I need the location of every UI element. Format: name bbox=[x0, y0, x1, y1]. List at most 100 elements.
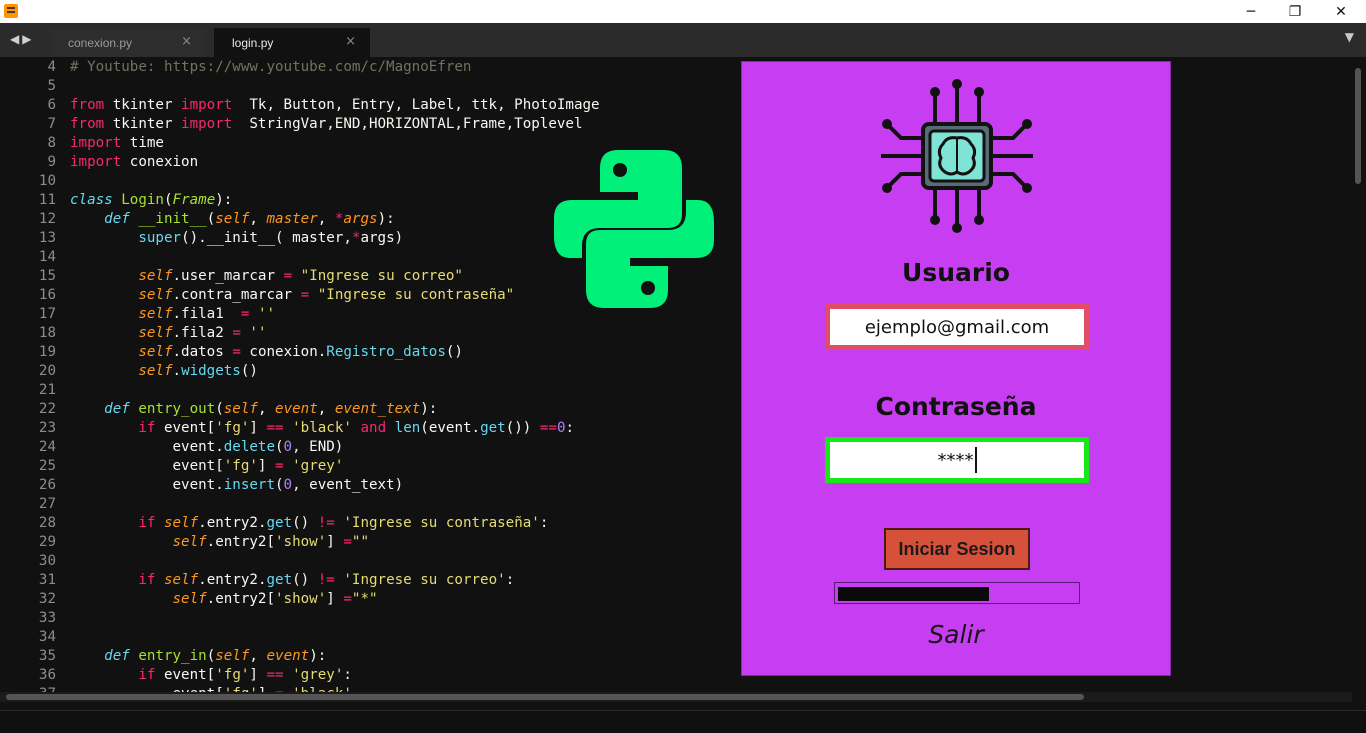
code-token: 0 bbox=[283, 477, 293, 493]
code-line: event['fg'] = 'grey' bbox=[70, 457, 770, 476]
code-token: 'Ingrese su correo' bbox=[343, 572, 506, 588]
line-number: 30 bbox=[38, 553, 56, 569]
code-token: ( bbox=[215, 401, 224, 417]
code-token: .entry2. bbox=[198, 572, 267, 588]
tab-nav-arrows-icon[interactable]: ◀▶ bbox=[10, 32, 34, 46]
code-token: import bbox=[181, 97, 233, 113]
window-title-bar: ─ ❐ ✕ bbox=[0, 0, 1366, 23]
code-token: , END) bbox=[292, 439, 344, 455]
code-token: StringVar,END,HORIZONTAL,Frame,Toplevel bbox=[232, 116, 583, 132]
code-token: Login bbox=[121, 192, 164, 208]
code-token: .entry2[ bbox=[206, 534, 276, 550]
code-token: # Youtube: https://www.youtube.com/c/Mag… bbox=[70, 59, 472, 75]
code-line: def entry_out(self, event, event_text): bbox=[70, 400, 770, 419]
code-token: .fila2 bbox=[172, 325, 233, 341]
code-token: = bbox=[232, 344, 241, 360]
line-number: 5 bbox=[47, 78, 56, 94]
code-token: ( bbox=[163, 192, 173, 208]
vertical-scrollbar-thumb[interactable] bbox=[1355, 68, 1361, 184]
code-token: = bbox=[343, 534, 352, 550]
code-token: def bbox=[104, 211, 130, 227]
line-number: 11 bbox=[38, 192, 56, 208]
line-number: 23 bbox=[38, 420, 56, 436]
line-number: 8 bbox=[47, 135, 56, 151]
line-number: 27 bbox=[38, 496, 56, 512]
code-token: .contra_marcar bbox=[172, 287, 301, 303]
code-token: 'grey' bbox=[292, 667, 344, 683]
tab-list-dropdown-icon[interactable]: ▼ bbox=[1345, 30, 1354, 44]
tab-login[interactable]: login.py × bbox=[214, 28, 370, 57]
code-token: () bbox=[292, 572, 318, 588]
code-token: == bbox=[266, 420, 284, 436]
code-line: self.widgets() bbox=[70, 362, 770, 381]
line-number: 7 bbox=[47, 116, 56, 132]
code-token: if bbox=[138, 572, 156, 588]
code-token: 'black' bbox=[292, 420, 352, 436]
code-token: get bbox=[266, 515, 293, 531]
code-token: if bbox=[138, 667, 156, 683]
line-number: 18 bbox=[38, 325, 56, 341]
code-token: , bbox=[257, 401, 276, 417]
line-number: 20 bbox=[38, 363, 56, 379]
code-token: 'show' bbox=[275, 534, 327, 550]
code-token: import bbox=[70, 154, 122, 170]
tab-close-icon[interactable]: × bbox=[181, 34, 192, 49]
code-token: ] bbox=[257, 458, 276, 474]
code-token: : bbox=[565, 420, 575, 436]
code-token: args bbox=[343, 211, 378, 227]
login-button[interactable]: Iniciar Sesion bbox=[884, 528, 1030, 570]
tab-conexion[interactable]: conexion.py × bbox=[50, 28, 206, 57]
code-token: args) bbox=[360, 230, 404, 246]
exit-button[interactable]: Salir bbox=[742, 620, 1170, 649]
code-token: tkinter bbox=[104, 116, 182, 132]
code-token: Tk, Button, Entry, Label, ttk, PhotoImag… bbox=[232, 97, 600, 113]
code-token: insert bbox=[223, 477, 275, 493]
maximize-button[interactable]: ❐ bbox=[1272, 0, 1318, 23]
minimize-button[interactable]: ─ bbox=[1228, 0, 1274, 23]
usuario-label: Usuario bbox=[902, 258, 1010, 287]
line-number: 19 bbox=[38, 344, 56, 360]
close-window-button[interactable]: ✕ bbox=[1318, 0, 1364, 23]
code-token: ( bbox=[206, 648, 216, 664]
code-token: "Ingrese su correo" bbox=[300, 268, 463, 284]
password-field[interactable]: **** bbox=[825, 437, 1089, 483]
code-token: 0 bbox=[556, 420, 566, 436]
code-token: event bbox=[266, 648, 310, 664]
code-token: = bbox=[275, 458, 284, 474]
code-token: == bbox=[539, 420, 557, 436]
code-token: . bbox=[172, 363, 182, 379]
code-token: self bbox=[163, 515, 199, 531]
tab-close-icon[interactable]: × bbox=[345, 34, 356, 49]
code-token: if bbox=[138, 420, 156, 436]
code-token: class bbox=[70, 192, 113, 208]
line-number: 28 bbox=[38, 515, 56, 531]
code-token: ( bbox=[275, 439, 284, 455]
code-token: event. bbox=[70, 439, 224, 455]
code-token: conexion bbox=[121, 154, 199, 170]
line-number: 17 bbox=[38, 306, 56, 322]
code-token: Registro_datos bbox=[326, 344, 446, 360]
code-line: if self.entry2.get() != 'Ingrese su corr… bbox=[70, 571, 770, 590]
code-token: from bbox=[70, 116, 105, 132]
line-number: 15 bbox=[38, 268, 56, 284]
code-token: == bbox=[266, 667, 284, 683]
line-number: 14 bbox=[38, 249, 56, 265]
line-number: 36 bbox=[38, 667, 56, 683]
code-token: time bbox=[121, 135, 164, 151]
horizontal-scrollbar-thumb[interactable] bbox=[6, 694, 1084, 700]
email-field[interactable]: ejemplo@gmail.com bbox=[825, 304, 1089, 350]
brain-chip-icon bbox=[881, 79, 1033, 233]
line-number: 9 bbox=[47, 154, 56, 170]
line-number: 6 bbox=[47, 97, 56, 113]
code-token: ): bbox=[309, 648, 327, 664]
